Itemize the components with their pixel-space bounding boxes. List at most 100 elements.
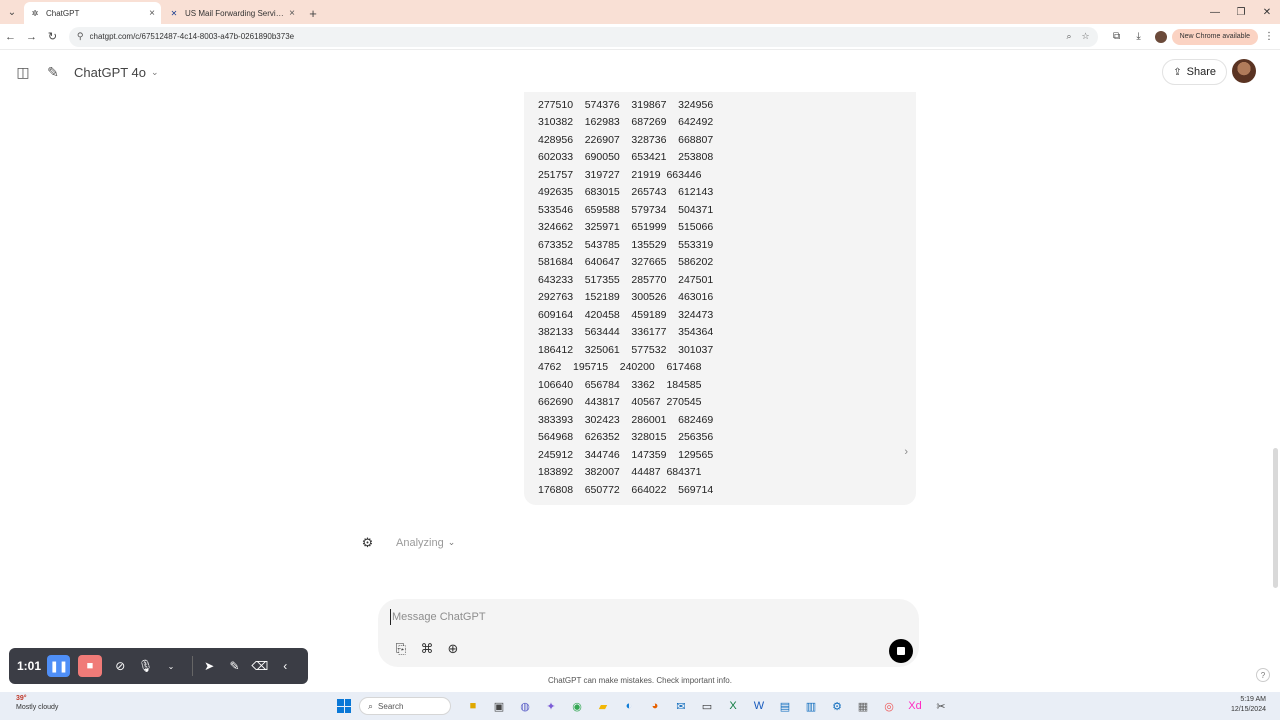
help-button[interactable]: ? [1256,668,1270,682]
share-button[interactable]: ⇪ Share [1162,59,1227,85]
data-row: 324662 325971 651999 515066 [538,221,714,234]
snipping-icon[interactable]: ✂ [928,696,954,716]
tab-close-icon[interactable]: × [149,8,155,19]
settings-icon[interactable]: ⚙ [824,696,850,716]
sidebar-toggle-icon[interactable]: ◫ [12,61,34,83]
data-row: 106640 656784 3362 184585 [538,378,702,391]
data-row: 245912 344746 147359 129565 [538,448,714,461]
media-icon[interactable]: ▦ [850,696,876,716]
screen-recorder-toolbar: 1:01 ❚❚ ■ ⊘ 🎙 ⌄ ➤ ✎ ⌫ ‹ [9,648,308,684]
close-window-icon[interactable]: ✕ [1254,0,1280,24]
taskbar-apps: ■ ▣ ◍ ✦ ◉ ▰ ◐ ◕ ✉ ▭ X W ▤ ▥ ⚙ ▦ ◎ Xd ✂ [460,696,954,716]
store-icon[interactable]: ▤ [772,696,798,716]
message-composer: ⎘ ⌘ ⊕ [378,599,919,667]
back-icon[interactable]: ← [0,26,21,48]
weather-widget[interactable]: 39° Mostly cloudy [16,694,58,712]
windows-start-icon[interactable] [337,699,351,713]
data-output-block: › 277510 574376 319867 324956 310382 1629… [524,92,916,505]
search-label: Search [378,701,404,711]
user-avatar[interactable] [1232,59,1256,83]
task-view-icon[interactable]: ▣ [486,696,512,716]
taskbar-search[interactable]: ⌕ Search [359,697,451,715]
collapse-chevron-icon[interactable]: ‹ [275,655,296,677]
toolbar-divider [191,656,193,676]
data-row: 186412 325061 577532 301037 [538,343,714,356]
chevron-down-icon: ⌄ [151,66,159,77]
data-row: 4762 195715 240200 617468 [538,361,702,374]
chevron-right-icon[interactable]: › [904,446,908,458]
pen-icon[interactable]: ✎ [224,655,245,677]
web-search-icon[interactable]: ⊕ [440,640,466,658]
reload-icon[interactable]: ↻ [42,26,63,48]
data-row: 277510 574376 319867 324956 [538,98,714,111]
tools-icon[interactable]: ⌘ [414,640,440,658]
stop-recording-button[interactable]: ■ [78,655,102,677]
pause-recording-button[interactable]: ❚❚ [47,655,71,677]
browser-toolbar: ← → ↻ ⚲ chatgpt.com/c/67512487-4c14-8003… [0,24,1280,50]
site-info-icon[interactable]: ⚲ [77,31,84,42]
stop-icon [897,647,905,655]
browser-menu-icon[interactable]: ⋮ [1258,26,1280,48]
model-selector[interactable]: ChatGPT 4o ⌄ [74,65,159,80]
camera-off-icon[interactable]: ⊘ [110,655,131,677]
data-row: 251757 319727 21919 663446 [538,168,702,181]
data-row: 602033 690050 653421 253808 [538,151,714,164]
edge-icon[interactable]: ◐ [616,696,642,716]
analyzing-status[interactable]: ⚙ Analyzing ⌄ [360,535,456,550]
weather-temp: 39° [16,695,27,702]
extensions-icon[interactable]: ⧉ [1106,26,1128,48]
tab-us-mail[interactable]: ✕ US Mail Forwarding Service | St... × [163,2,301,24]
mic-dropdown-icon[interactable]: ⌄ [160,655,181,677]
chat-header: ◫ ✎ ChatGPT 4o ⌄ ⇪ Share [0,52,1280,92]
tab-chatgpt[interactable]: ✲ ChatGPT × [24,2,161,24]
outlook-icon[interactable]: ✉ [668,696,694,716]
data-row: 382133 563444 336177 354364 [538,326,714,339]
tab-search-icon[interactable]: ⌄ [0,0,24,24]
copilot-icon[interactable]: ✦ [538,696,564,716]
forward-icon[interactable]: → [21,26,42,48]
restore-icon[interactable]: ❐ [1228,0,1254,24]
data-row: 581684 640647 327665 586202 [538,256,714,269]
data-row: 428956 226907 328736 668807 [538,133,714,146]
system-clock[interactable]: 5:19 AM 12/15/2024 [1231,695,1266,715]
browser-tab-strip: ⌄ ✲ ChatGPT × ✕ US Mail Forwarding Servi… [0,0,1280,24]
recorder-app-icon[interactable]: ◎ [876,696,902,716]
tab-close-icon[interactable]: × [289,8,295,19]
xd-icon[interactable]: Xd [902,696,928,716]
cursor-icon[interactable]: ➤ [199,655,220,677]
data-row: 673352 543785 135529 553319 [538,238,714,251]
page-scrollbar[interactable] [1273,448,1278,588]
address-bar[interactable]: ⚲ chatgpt.com/c/67512487-4c14-8003-a47b-… [68,26,1098,47]
tab-label: US Mail Forwarding Service | St... [185,8,285,18]
minimize-icon[interactable]: — [1202,0,1228,24]
url-text: chatgpt.com/c/67512487-4c14-8003-a47b-02… [89,32,295,41]
word-icon[interactable]: W [746,696,772,716]
downloads-icon[interactable]: ⤓ [1128,26,1150,48]
file-explorer-icon[interactable]: ■ [460,696,486,716]
mail-favicon-icon: ✕ [170,8,178,18]
folder-icon[interactable]: ▰ [590,696,616,716]
share-label: Share [1186,66,1216,78]
chrome-icon[interactable]: ◉ [564,696,590,716]
clock-date: 12/15/2024 [1230,706,1266,713]
zoom-icon[interactable]: ⌕ [1066,31,1071,42]
new-chrome-button[interactable]: New Chrome available [1171,28,1258,45]
bookmark-star-icon[interactable]: ☆ [1081,31,1089,42]
mic-off-icon[interactable]: 🎙 [135,655,156,677]
eraser-icon[interactable]: ⌫ [249,655,270,677]
data-row: 183892 382007 44487 684371 [538,466,702,479]
chat-app-icon[interactable]: ◍ [512,696,538,716]
new-chat-icon[interactable]: ✎ [42,61,64,83]
firefox-icon[interactable]: ◕ [642,696,668,716]
data-row: 662690 443817 40567 270545 [538,396,702,409]
attach-icon[interactable]: ⎘ [388,640,414,658]
notes-icon[interactable]: ▥ [798,696,824,716]
terminal-icon[interactable]: ▭ [694,696,720,716]
new-tab-button[interactable]: + [303,2,323,24]
message-input[interactable] [390,609,870,625]
excel-icon[interactable]: X [720,696,746,716]
profile-avatar[interactable] [1154,30,1167,43]
data-row: 643233 517355 285770 247501 [538,273,714,286]
stop-generating-button[interactable] [889,639,913,663]
data-row: 609164 420458 459189 324473 [538,308,714,321]
